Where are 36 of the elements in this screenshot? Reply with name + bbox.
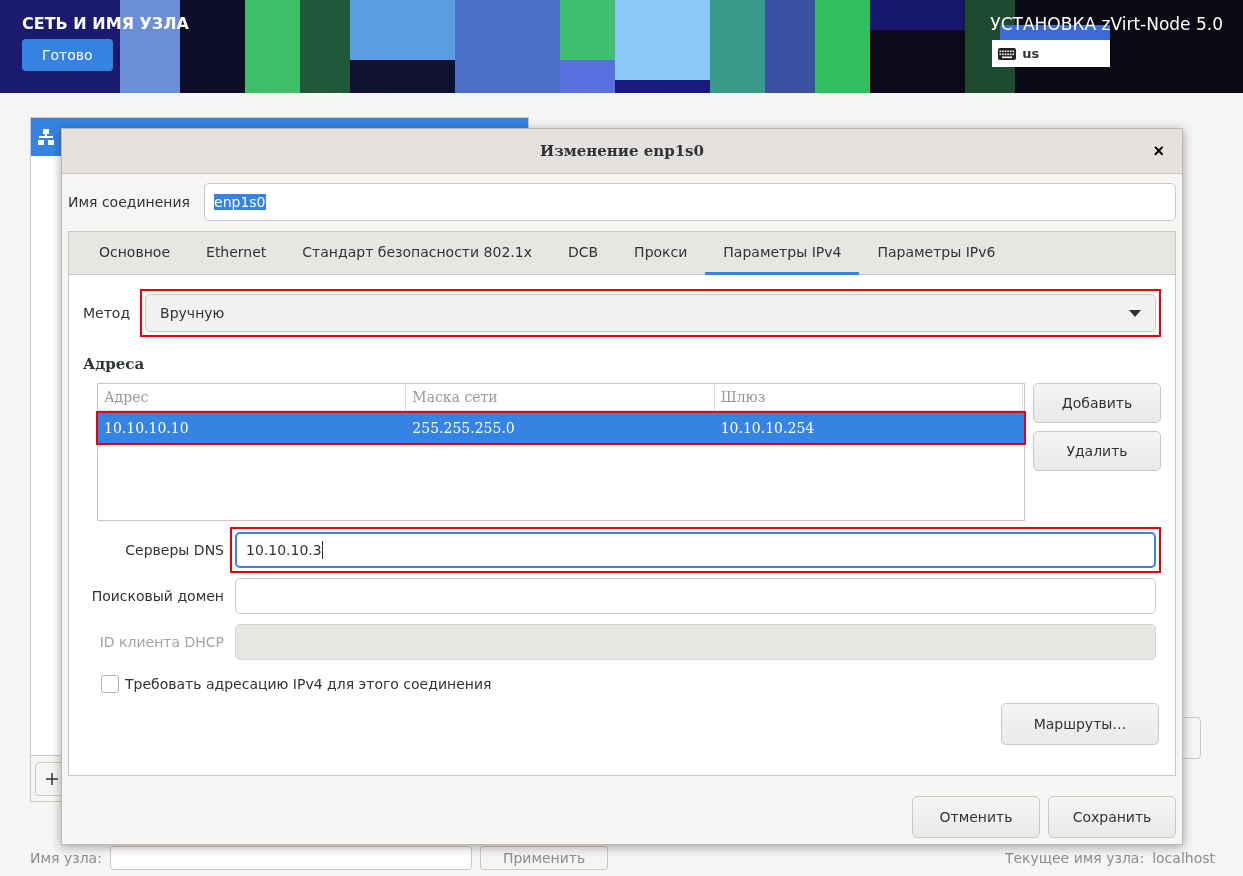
require-ipv4-checkbox[interactable]: Требовать адресацию IPv4 для этого соединения (101, 675, 1161, 693)
text-field[interactable]: 10.10.10.3 (235, 532, 1156, 568)
cancel-button[interactable]: Отменить (912, 796, 1040, 838)
tab[interactable]: Прокси (616, 232, 706, 275)
method-label: Метод (83, 305, 131, 321)
tab[interactable]: Параметры IPv6 (859, 232, 1014, 275)
keyboard-layout-indicator[interactable]: us (992, 40, 1111, 67)
field-label: Поисковый домен (90, 588, 225, 604)
routes-button[interactable]: Маршруты… (1001, 703, 1159, 745)
done-button[interactable]: Готово (22, 39, 113, 71)
method-dropdown[interactable]: Вручную (145, 294, 1156, 332)
addresses-heading: Адреса (83, 355, 146, 373)
tab[interactable]: Ethernet (188, 232, 285, 275)
current-hostname-label: Текущее имя узла: (1004, 850, 1145, 866)
tab[interactable]: Основное (81, 232, 189, 275)
tab[interactable]: Стандарт безопасности 802.1x (284, 232, 550, 275)
address-row[interactable]: 10.10.10.10 255.255.255.0 10.10.10.254 (98, 413, 1024, 443)
network-icon (37, 128, 55, 146)
connection-name-label: Имя соединения (68, 194, 190, 210)
close-button[interactable]: × (1149, 141, 1168, 161)
dropdown-arrow-icon (1129, 309, 1141, 317)
plus-icon (45, 772, 59, 786)
field-label: ID клиента DHCP (98, 634, 225, 650)
current-hostname: localhost (1152, 850, 1215, 866)
field-label: Серверы DNS (124, 542, 225, 558)
hostname-label: Имя узла: (30, 850, 102, 866)
hostname-field[interactable] (109, 846, 472, 870)
connection-name-field[interactable]: enp1s0 (204, 183, 1176, 221)
tab[interactable]: Параметры IPv4 (705, 232, 860, 275)
keyboard-icon (998, 47, 1017, 60)
dialog-title: Изменение enp1s0 (540, 142, 704, 160)
save-button[interactable]: Сохранить (1048, 796, 1176, 838)
add-button[interactable]: Добавить (1033, 383, 1161, 423)
text-field[interactable] (235, 578, 1156, 614)
delete-button[interactable]: Удалить (1033, 431, 1161, 471)
tab[interactable]: DCB (549, 232, 617, 275)
